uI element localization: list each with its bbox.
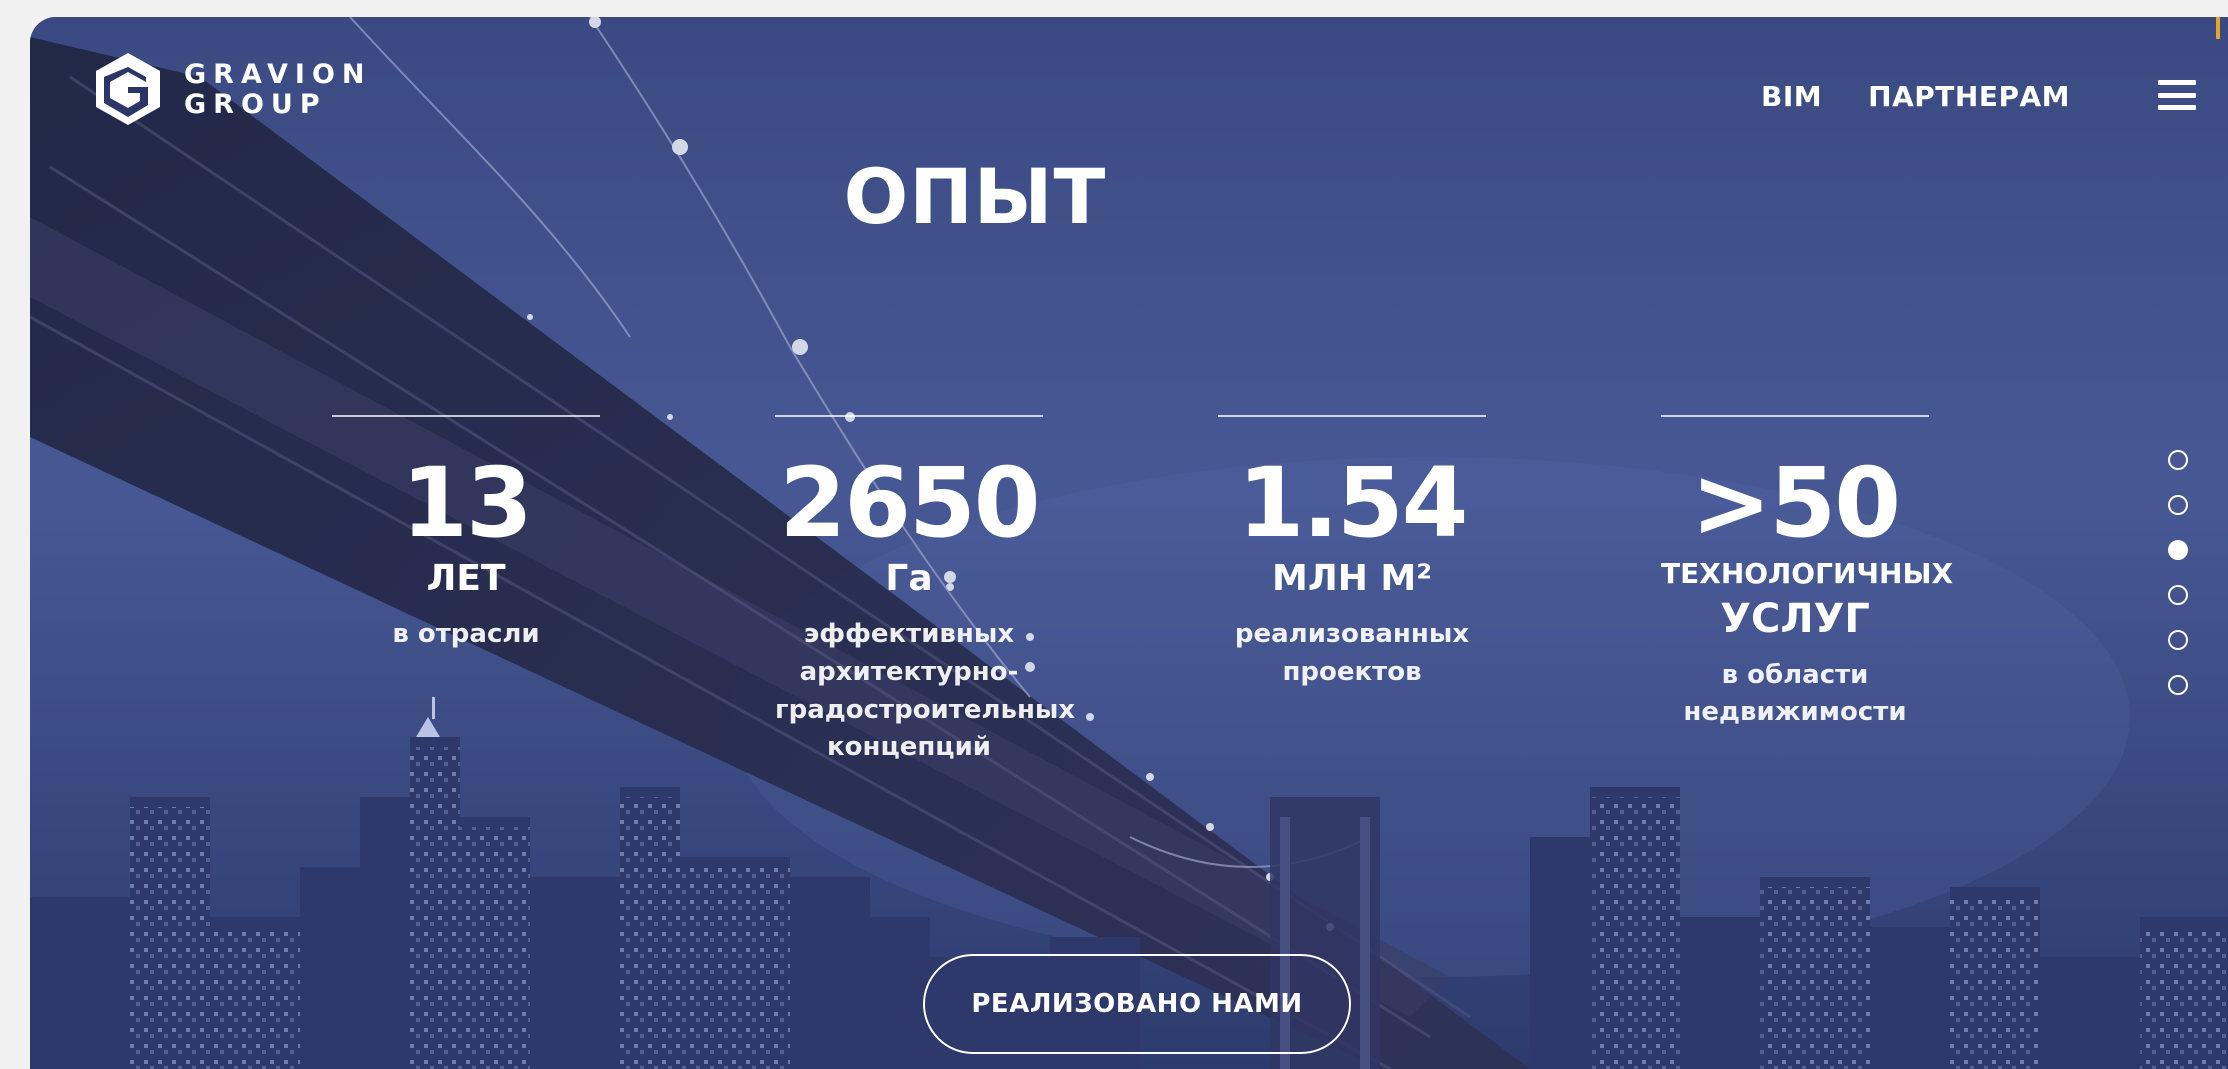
stat-description-line: концепций: [826, 732, 992, 763]
stat-description: реализованных проектов: [1218, 616, 1486, 691]
nav-link-partners[interactable]: ПАРТНЕРАМ: [1868, 80, 2070, 113]
frame-accent: [2216, 17, 2220, 39]
hamburger-menu-icon[interactable]: [2158, 80, 2196, 110]
stat-unit: МЛН М²: [1272, 558, 1432, 599]
stat-number: >50: [1690, 447, 1901, 559]
brand-line-2: GROUP: [184, 88, 327, 120]
stat-description-line: градостроительных: [775, 694, 1076, 725]
brand-line-1: GRAVION: [184, 58, 372, 90]
realized-projects-button[interactable]: РЕАЛИЗОВАНО НАМИ: [923, 954, 1351, 1054]
page-title: ОПЫТ: [843, 152, 1107, 241]
stat-description-line: эффективных: [803, 619, 1015, 650]
stat-description-line: реализованных: [1234, 619, 1470, 650]
stat-description: в области недвижимости: [1661, 657, 1929, 732]
stat-divider: [1661, 415, 1929, 417]
stat-years: 13 ЛЕТ в отрасли: [332, 415, 600, 654]
stat-divider: [1218, 415, 1486, 417]
stat-unit-secondary: УСЛУГ: [1720, 595, 1870, 642]
slide-dot[interactable]: [2168, 450, 2188, 470]
stat-number: 13: [401, 447, 533, 559]
stat-area: 1.54 МЛН М² реализованных проектов: [1218, 415, 1486, 692]
nav-link-bim[interactable]: BIM: [1761, 80, 1822, 113]
stat-divider: [775, 415, 1043, 417]
brand-name: GRAVION GROUP: [184, 61, 372, 118]
stat-number: 2650: [779, 447, 1040, 559]
slide-dot[interactable]: [2168, 585, 2188, 605]
stat-description: в отрасли: [332, 616, 600, 654]
brand-logo[interactable]: GRAVION GROUP: [92, 51, 372, 127]
slide-pagination: [2168, 450, 2188, 695]
slide-dot-active[interactable]: [2168, 540, 2188, 560]
stat-description-line: в области: [1721, 659, 1869, 690]
slide-dot[interactable]: [2168, 630, 2188, 650]
stat-number: 1.54: [1237, 447, 1469, 559]
menu-bar: [2158, 92, 2196, 98]
stat-description-line: проектов: [1282, 656, 1422, 687]
stat-description: эффективных архитектурно- градостроитель…: [775, 616, 1076, 767]
slide-dot[interactable]: [2168, 495, 2188, 515]
stat-unit: Га: [885, 558, 933, 599]
menu-bar: [2158, 80, 2196, 85]
stat-description-line: архитектурно-: [799, 656, 1019, 687]
stat-unit: ТЕХНОЛОГИЧНЫХ: [1661, 557, 1954, 590]
slide-dot[interactable]: [2168, 675, 2188, 695]
stat-unit: ЛЕТ: [426, 558, 506, 599]
stat-divider: [332, 415, 600, 417]
top-nav: BIM ПАРТНЕРАМ: [1761, 80, 2070, 113]
stat-services: >50 ТЕХНОЛОГИЧНЫХ УСЛУГ в области недвиж…: [1661, 415, 1954, 732]
stat-description-line: недвижимости: [1683, 697, 1907, 728]
menu-bar: [2158, 105, 2196, 110]
gravion-logo-icon: [96, 53, 160, 125]
stat-hectares: 2650 Га эффективных архитектурно- градос…: [775, 415, 1076, 767]
hero-section: GRAVION GROUP BIM ПАРТНЕРАМ ОПЫТ 13 ЛЕТ …: [30, 17, 2228, 1069]
stat-description-line: в отрасли: [392, 619, 540, 650]
